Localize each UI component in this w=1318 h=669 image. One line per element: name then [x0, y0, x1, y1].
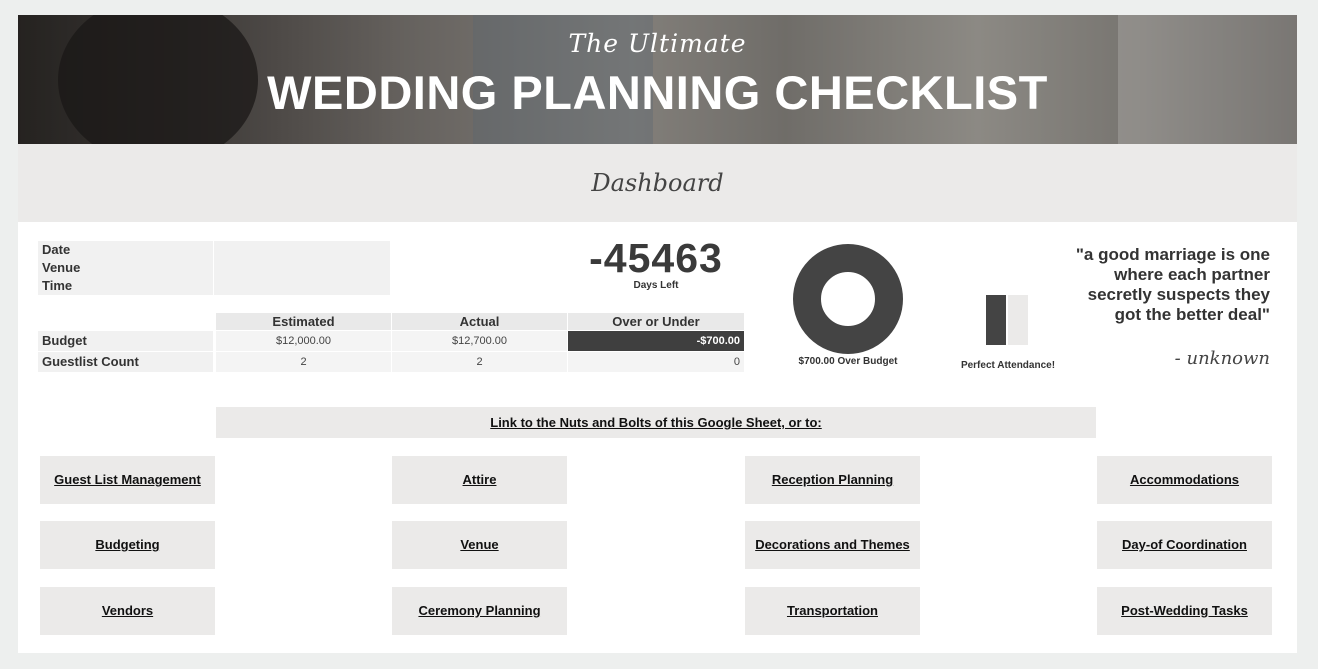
dashboard-sheet: The Ultimate WEDDING PLANNING CHECKLIST … [18, 15, 1297, 653]
venue-button[interactable]: Venue [392, 521, 567, 569]
info-value-venue[interactable] [214, 259, 390, 277]
donut-caption: $700.00 Over Budget [798, 356, 898, 367]
budget-donut-chart [793, 244, 903, 354]
donut-ring [793, 244, 903, 354]
decorations-and-themes-button[interactable]: Decorations and Themes [745, 521, 920, 569]
ceremony-planning-button[interactable]: Ceremony Planning [392, 587, 567, 635]
budget-estimated-cell[interactable]: $12,000.00 [216, 331, 391, 351]
vendors-button[interactable]: Vendors [40, 587, 215, 635]
guestlist-estimated-cell[interactable]: 2 [216, 352, 391, 372]
hero-banner: The Ultimate WEDDING PLANNING CHECKLIST [18, 15, 1297, 144]
table-header-actual: Actual [392, 313, 567, 330]
attendance-bar-0 [986, 295, 1006, 345]
table-row-label-budget: Budget [38, 331, 213, 351]
attire-button[interactable]: Attire [392, 456, 567, 504]
info-label-venue: Venue [38, 259, 213, 277]
transportation-button[interactable]: Transportation [745, 587, 920, 635]
attendance-caption: Perfect Attendance! [960, 360, 1056, 371]
days-left-count: -45463 [589, 235, 723, 281]
attendance-bar-chart [986, 295, 1028, 345]
guest-list-management-button[interactable]: Guest List Management [40, 456, 215, 504]
hero-title: WEDDING PLANNING CHECKLIST [267, 66, 1048, 119]
guestlist-over-under-cell[interactable]: 0 [568, 352, 744, 372]
reception-planning-button[interactable]: Reception Planning [745, 456, 920, 504]
info-label-time: Time [38, 277, 213, 295]
days-left-label: Days Left [633, 280, 679, 291]
info-value-date[interactable] [214, 241, 390, 259]
dashboard-title: Dashboard [591, 169, 724, 197]
quote-author: - unknown [1174, 348, 1270, 369]
dashboard-band: Dashboard [18, 144, 1297, 222]
table-header-over-under: Over or Under [568, 313, 744, 330]
budget-actual-cell[interactable]: $12,700.00 [392, 331, 567, 351]
table-header-estimated: Estimated [216, 313, 391, 330]
table-row-label-guestlist: Guestlist Count [38, 352, 213, 372]
info-value-time[interactable] [214, 277, 390, 295]
hero-subtitle: The Ultimate [568, 29, 747, 58]
info-label-date: Date [38, 241, 213, 259]
guestlist-actual-cell[interactable]: 2 [392, 352, 567, 372]
quote-text: "a good marriage is one where each partn… [1075, 245, 1270, 324]
accommodations-button[interactable]: Accommodations [1097, 456, 1272, 504]
budget-over-under-cell[interactable]: -$700.00 [568, 331, 744, 351]
day-of-coordination-button[interactable]: Day-of Coordination [1097, 521, 1272, 569]
attendance-bar-1 [1008, 295, 1028, 345]
sheet-link-banner[interactable]: Link to the Nuts and Bolts of this Googl… [216, 407, 1096, 438]
budgeting-button[interactable]: Budgeting [40, 521, 215, 569]
post-wedding-tasks-button[interactable]: Post-Wedding Tasks [1097, 587, 1272, 635]
